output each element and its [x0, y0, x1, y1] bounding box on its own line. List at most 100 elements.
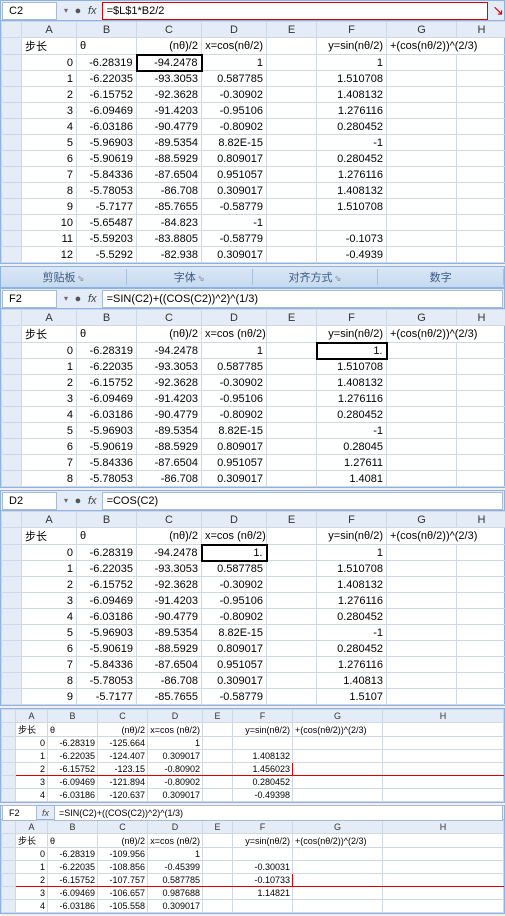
- row-header[interactable]: [2, 641, 22, 657]
- row-header[interactable]: [2, 439, 22, 455]
- cell[interactable]: -93.3053: [137, 359, 202, 375]
- cell[interactable]: 0.280452: [317, 641, 387, 657]
- cell[interactable]: -0.80902: [202, 407, 267, 423]
- cell[interactable]: [267, 593, 317, 609]
- cell[interactable]: [383, 887, 504, 900]
- cell[interactable]: [457, 455, 505, 471]
- cell[interactable]: 1.276116: [317, 103, 387, 119]
- cell[interactable]: [457, 391, 505, 407]
- cell[interactable]: [387, 439, 457, 455]
- cell[interactable]: 1.510708: [317, 71, 387, 87]
- cell[interactable]: [457, 577, 505, 593]
- cell[interactable]: 5: [22, 423, 77, 439]
- cell[interactable]: 2: [22, 577, 77, 593]
- cell[interactable]: [457, 151, 505, 167]
- grp-align[interactable]: 对齐方式⬂: [253, 269, 379, 285]
- cell[interactable]: [233, 848, 293, 861]
- cell[interactable]: -94.2478: [137, 545, 202, 561]
- cell[interactable]: [267, 71, 317, 87]
- cell[interactable]: [457, 215, 505, 231]
- cell[interactable]: -6.28319: [77, 55, 137, 71]
- cell[interactable]: [387, 423, 457, 439]
- grp-clipboard[interactable]: 剪贴板⬂: [1, 269, 127, 285]
- cell[interactable]: [457, 609, 505, 625]
- cell[interactable]: [457, 689, 505, 705]
- cell[interactable]: [457, 199, 505, 215]
- row-header[interactable]: [2, 593, 22, 609]
- cell[interactable]: 7: [22, 657, 77, 673]
- cell[interactable]: [457, 641, 505, 657]
- cell[interactable]: 0.809017: [202, 439, 267, 455]
- cell[interactable]: [457, 167, 505, 183]
- cell[interactable]: 0.951057: [202, 167, 267, 183]
- cell[interactable]: [387, 577, 457, 593]
- cell[interactable]: [457, 545, 505, 561]
- cell[interactable]: [267, 391, 317, 407]
- fx-icon[interactable]: fx: [84, 5, 101, 17]
- cell[interactable]: [383, 737, 504, 750]
- cell[interactable]: -125.664: [98, 737, 148, 750]
- cell[interactable]: 1.40813: [317, 673, 387, 689]
- cell[interactable]: 12: [22, 247, 77, 263]
- cell[interactable]: [267, 455, 317, 471]
- row-header[interactable]: [2, 375, 22, 391]
- cell[interactable]: [203, 900, 233, 913]
- cell[interactable]: -5.78053: [77, 471, 137, 487]
- row-header[interactable]: [2, 391, 22, 407]
- row-header[interactable]: [2, 215, 22, 231]
- cell[interactable]: -6.03186: [77, 407, 137, 423]
- cell[interactable]: [267, 343, 317, 359]
- cell[interactable]: 0.280452: [317, 119, 387, 135]
- name-box[interactable]: D2: [2, 492, 57, 510]
- row-header[interactable]: [2, 609, 22, 625]
- cell[interactable]: [387, 609, 457, 625]
- hdr-step[interactable]: 步长: [22, 38, 77, 55]
- cell[interactable]: -6.22035: [77, 359, 137, 375]
- cell[interactable]: 0.280452: [317, 609, 387, 625]
- cell[interactable]: -6.15752: [48, 874, 98, 887]
- cell[interactable]: -6.03186: [48, 900, 98, 913]
- cell[interactable]: [387, 689, 457, 705]
- cell[interactable]: -0.95106: [202, 391, 267, 407]
- formula-input[interactable]: =SIN(C2)+((COS(C2))^2)^(1/3): [54, 805, 503, 821]
- cell[interactable]: 1.276116: [317, 593, 387, 609]
- cell[interactable]: 1: [22, 359, 77, 375]
- cell[interactable]: [387, 199, 457, 215]
- cell[interactable]: 0: [22, 545, 77, 561]
- cell[interactable]: 0: [16, 848, 48, 861]
- cell[interactable]: [457, 593, 505, 609]
- cell[interactable]: [387, 359, 457, 375]
- cell[interactable]: -5.90619: [77, 439, 137, 455]
- cell[interactable]: -6.28319: [77, 545, 137, 561]
- cell[interactable]: -107.757: [98, 874, 148, 887]
- cell[interactable]: -0.30902: [202, 87, 267, 103]
- cell[interactable]: [457, 135, 505, 151]
- name-dropdown-icon[interactable]: ▾: [60, 294, 72, 303]
- cell[interactable]: -86.708: [137, 673, 202, 689]
- expand-icon[interactable]: ⬂: [78, 274, 85, 283]
- cell[interactable]: -94.2478: [137, 343, 202, 359]
- cell[interactable]: 1.276116: [317, 391, 387, 407]
- cell[interactable]: 0.309017: [202, 471, 267, 487]
- row-header[interactable]: [2, 887, 16, 900]
- cell[interactable]: [203, 776, 233, 789]
- cell[interactable]: -6.09469: [77, 593, 137, 609]
- cell[interactable]: 1: [317, 545, 387, 561]
- cell[interactable]: [457, 71, 505, 87]
- cell[interactable]: -5.84336: [77, 455, 137, 471]
- name-dropdown-icon[interactable]: ▾: [60, 6, 72, 15]
- fx-icon[interactable]: fx: [38, 808, 53, 818]
- cell[interactable]: -82.938: [137, 247, 202, 263]
- cell[interactable]: -0.58779: [202, 231, 267, 247]
- cell[interactable]: [267, 471, 317, 487]
- cell[interactable]: 2: [16, 763, 48, 776]
- row-header[interactable]: [2, 199, 22, 215]
- cell[interactable]: [387, 407, 457, 423]
- cell[interactable]: 10: [22, 215, 77, 231]
- cell[interactable]: [203, 848, 233, 861]
- cell[interactable]: -83.8805: [137, 231, 202, 247]
- cell[interactable]: -0.1073: [317, 231, 387, 247]
- cell[interactable]: 0.280452: [317, 151, 387, 167]
- row-header[interactable]: [2, 673, 22, 689]
- cell[interactable]: -5.59203: [77, 231, 137, 247]
